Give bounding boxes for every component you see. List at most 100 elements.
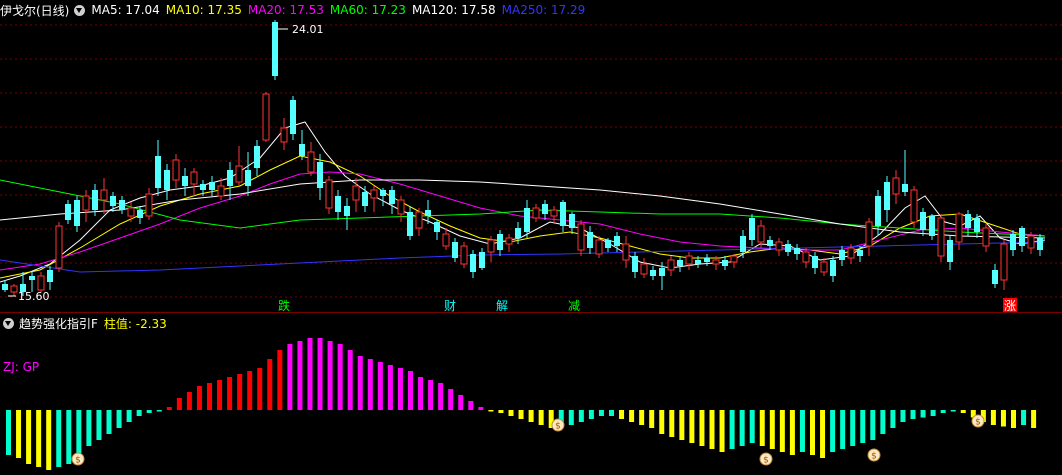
candle-body [182, 176, 188, 186]
indicator-bar [347, 350, 353, 410]
indicator-bar [588, 410, 594, 419]
candle-body [677, 260, 683, 266]
candle-body [569, 214, 575, 228]
candle [632, 252, 638, 278]
candle-body [767, 240, 773, 246]
candle-body [227, 170, 233, 186]
indicator-bar [377, 362, 383, 410]
candle [1000, 240, 1008, 290]
candle-body [397, 199, 405, 215]
indicator-bar [538, 410, 544, 425]
money-bag-symbol: $ [975, 418, 981, 428]
candle [235, 146, 243, 186]
candle-body [982, 227, 990, 247]
money-bag-symbol: $ [75, 456, 81, 466]
candle-body [992, 270, 998, 284]
candle [542, 200, 548, 220]
candle [560, 200, 566, 232]
candle [902, 150, 908, 196]
indicator-bar [739, 410, 745, 446]
candle [299, 130, 305, 160]
candle-body [299, 144, 305, 156]
indicator-bar [629, 410, 635, 422]
candle-body [775, 241, 783, 251]
candle-body [802, 251, 810, 263]
candle-body [587, 232, 593, 248]
candle [802, 248, 810, 268]
candle [245, 152, 251, 196]
candle [730, 254, 738, 268]
candle [434, 220, 440, 240]
indicator-bar [789, 410, 795, 455]
candle [55, 222, 63, 272]
candle [127, 202, 135, 222]
candle [470, 250, 476, 278]
candle [397, 196, 405, 222]
indicator-bar [568, 410, 574, 425]
signal-label: 解 [496, 299, 508, 312]
indicator-bar [247, 371, 253, 410]
candle-body [245, 170, 251, 186]
candle [884, 176, 890, 222]
money-bag-symbol: $ [555, 422, 561, 432]
candle-body [892, 177, 900, 195]
candle [487, 236, 495, 262]
indicator-bar [428, 380, 434, 410]
candle-body [622, 243, 630, 261]
indicator-bar [729, 410, 735, 449]
candle-body [172, 159, 180, 181]
candlestick-chart[interactable]: 24.01 15.60 跌 财 解 减 涨 [0, 0, 1062, 312]
money-bag-icon: $ [759, 452, 773, 466]
candle [532, 204, 540, 222]
indicator-bar [488, 410, 494, 412]
indicator-bar [397, 368, 403, 410]
indicator-bar [940, 410, 946, 413]
candle [505, 234, 513, 252]
candle [947, 236, 953, 270]
indicator-bar [297, 341, 303, 410]
indicator-bar [186, 392, 192, 410]
indicator-bar [1031, 410, 1037, 428]
indicator-bar [508, 410, 514, 416]
indicator-bar [749, 410, 755, 443]
candle-body [830, 260, 836, 276]
candle [605, 238, 611, 252]
indicator-bar [438, 383, 444, 410]
candle [982, 224, 990, 252]
signal-label: 涨 [1004, 298, 1016, 312]
candle-body [704, 258, 710, 262]
indicator-bar [950, 410, 956, 412]
candle-body [749, 218, 755, 240]
candle [749, 214, 755, 246]
candle-body [487, 239, 495, 253]
candle [1019, 226, 1025, 252]
candle-body [785, 244, 791, 252]
indicator-chart[interactable]: $ $ $ $ $ [0, 313, 1062, 475]
candle-body [902, 184, 908, 192]
candle-body [452, 242, 458, 258]
indicator-bar [880, 410, 886, 434]
candle-body [434, 222, 440, 232]
candle-body [532, 207, 540, 219]
indicator-bar [669, 410, 675, 437]
indicator-bar [609, 410, 614, 416]
candle [865, 218, 873, 256]
candle-body [352, 185, 360, 201]
indicator-bar [478, 407, 484, 410]
candle-body [920, 212, 926, 230]
candle [164, 164, 170, 200]
candle-body [659, 268, 665, 276]
ma250-line [0, 241, 1046, 273]
candle [344, 198, 350, 230]
candle-body [497, 234, 503, 250]
candle [280, 118, 288, 150]
candle [65, 200, 71, 224]
indicator-bar [327, 341, 333, 410]
candle-body [200, 184, 206, 190]
candle [974, 214, 980, 238]
indicator-bar [468, 401, 474, 410]
candle [10, 284, 18, 296]
indicator-bar [799, 410, 805, 452]
candle-body [254, 146, 260, 168]
candle-body [865, 221, 873, 247]
